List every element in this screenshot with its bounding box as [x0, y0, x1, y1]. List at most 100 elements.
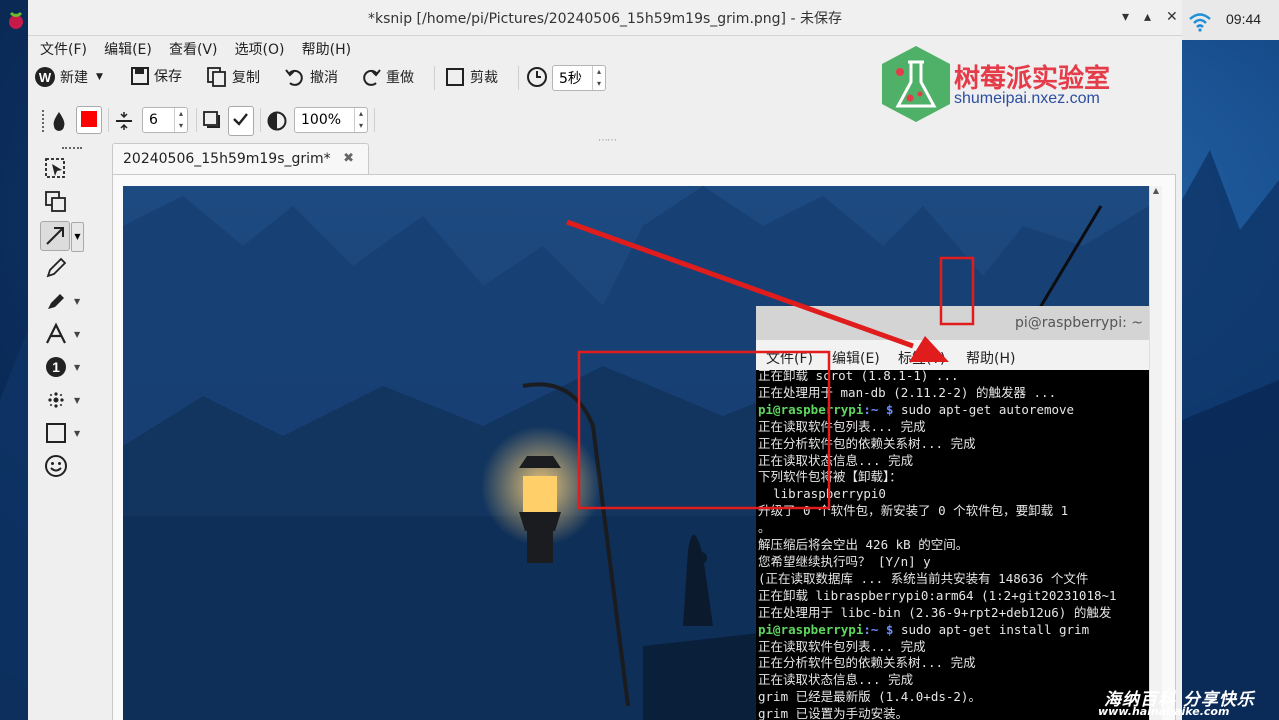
blur-tool[interactable]	[42, 386, 70, 414]
duplicate-tool[interactable]	[42, 188, 70, 216]
redo-label: 重做	[386, 70, 414, 86]
color-drop-icon	[53, 112, 65, 131]
tools-handle[interactable]	[62, 147, 82, 152]
blur-icon	[48, 392, 64, 408]
ksnip-window: *ksnip [/home/pi/Pictures/20240506_15h59…	[28, 0, 1182, 720]
annotation-layer	[566, 219, 975, 510]
menu-view[interactable]: 查看(V)	[169, 36, 218, 59]
spin-arrows[interactable]: ▴ ▾	[354, 108, 367, 132]
opacity-spinbox[interactable]: 100% ▴ ▾	[294, 107, 368, 133]
number-tool[interactable]: 1	[42, 353, 70, 381]
window-title: *ksnip [/home/pi/Pictures/20240506_15h59…	[368, 11, 842, 27]
arrow-tool-dropdown[interactable]: ▼	[71, 222, 84, 252]
arrow-tool[interactable]	[40, 221, 70, 251]
shumeipai-logo	[882, 46, 950, 122]
tab-close-icon[interactable]: ✖	[343, 151, 354, 166]
crop-icon	[446, 68, 464, 86]
save-icon	[131, 67, 149, 85]
menu-edit[interactable]: 编辑(E)	[104, 36, 152, 59]
marker-dropdown-icon[interactable]: ▼	[74, 297, 80, 306]
text-tool[interactable]	[42, 320, 70, 348]
marker-icon	[48, 294, 64, 309]
red-arrowhead	[909, 336, 949, 362]
crop-button[interactable]: 剪裁	[444, 66, 498, 88]
clock: 09:44	[1226, 11, 1262, 27]
screenshot-image[interactable]: pi@raspberrypi: ~ 文件(F) 编辑(E) 标签(T) 帮助(H…	[123, 186, 1149, 720]
text-dropdown-icon[interactable]: ▼	[74, 330, 80, 339]
delay-spinbox[interactable]: 5秒 ▴ ▾	[552, 65, 606, 91]
maximize-button[interactable]: ▴	[1144, 9, 1151, 25]
red-rectangle-large	[577, 350, 831, 510]
undo-icon	[285, 69, 303, 86]
undo-button[interactable]: 撤消	[284, 66, 338, 88]
svg-text:W: W	[39, 70, 52, 85]
number-icon: 1	[46, 357, 66, 377]
marker-tool[interactable]	[42, 287, 70, 315]
menu-help[interactable]: 帮助(H)	[302, 36, 351, 59]
width-icon	[116, 112, 132, 130]
arrow-icon	[46, 227, 64, 245]
menu-file[interactable]: 文件(F)	[40, 36, 87, 59]
redo-icon	[363, 69, 381, 86]
pen-icon	[46, 257, 67, 278]
text-icon	[46, 322, 66, 344]
vertical-scrollbar[interactable]: ▲	[1149, 186, 1162, 720]
menu-bar: 文件(F) 编辑(E) 查看(V) 选项(O) 帮助(H)	[28, 36, 351, 60]
watermark-url: www.hainabaike.com	[1098, 705, 1230, 718]
svg-text:1: 1	[52, 359, 60, 375]
number-dropdown-icon[interactable]: ▼	[74, 363, 80, 372]
rectangle-icon	[46, 423, 66, 443]
sticker-tool[interactable]	[42, 452, 70, 480]
width-value: 6	[149, 112, 158, 128]
redo-button[interactable]: 重做	[360, 66, 414, 88]
new-label: 新建	[60, 70, 88, 86]
menu-options[interactable]: 选项(O)	[235, 36, 285, 59]
scroll-up-icon[interactable]: ▲	[1150, 186, 1162, 198]
pen-tool[interactable]	[42, 254, 70, 282]
new-dropdown-icon[interactable]: ▼	[96, 72, 103, 82]
shadow-icon[interactable]	[202, 110, 222, 130]
smiley-icon	[45, 455, 67, 477]
blur-dropdown-icon[interactable]: ▼	[74, 396, 80, 405]
rectangle-tool[interactable]	[42, 419, 70, 447]
spin-arrows[interactable]: ▴ ▾	[592, 66, 605, 90]
new-icon: W	[35, 67, 55, 87]
crop-label: 剪裁	[470, 70, 498, 86]
shadow-checkbox[interactable]	[228, 106, 254, 136]
check-icon	[233, 113, 248, 126]
color-picker-button[interactable]	[76, 106, 102, 134]
tab-label: 20240506_15h59m19s_grim*	[123, 151, 331, 167]
save-label: 保存	[154, 69, 182, 85]
tab-image[interactable]: 20240506_15h59m19s_grim* ✖	[112, 143, 369, 175]
duplicate-icon	[45, 191, 66, 212]
save-button[interactable]: 保存	[130, 66, 182, 86]
copy-button[interactable]: 复制	[206, 66, 260, 88]
delay-value: 5秒	[559, 71, 582, 87]
red-rectangle-small	[939, 256, 975, 326]
raspberry-menu-icon[interactable]	[6, 8, 26, 32]
logo-url: shumeipai.nxez.com	[954, 90, 1100, 107]
separator	[518, 66, 519, 90]
drag-handle[interactable]: ⋯⋯	[598, 135, 617, 146]
separator	[108, 108, 109, 132]
copy-icon	[207, 67, 226, 87]
select-icon	[45, 158, 65, 178]
separator	[434, 66, 435, 90]
close-button[interactable]: ✕	[1166, 9, 1178, 25]
rectangle-dropdown-icon[interactable]: ▼	[74, 429, 80, 438]
red-arrow	[566, 219, 914, 349]
undo-label: 撤消	[310, 70, 338, 86]
select-tool[interactable]	[42, 155, 70, 183]
toolbar-handle[interactable]	[42, 110, 48, 132]
separator	[196, 108, 197, 132]
width-spinbox[interactable]: 6 ▴ ▾	[142, 107, 188, 133]
timer-icon	[527, 67, 547, 87]
title-bar[interactable]: *ksnip [/home/pi/Pictures/20240506_15h59…	[28, 0, 1182, 36]
new-button[interactable]: W 新建 ▼	[34, 66, 103, 88]
opacity-icon	[267, 111, 287, 131]
minimize-button[interactable]: ▾	[1122, 9, 1129, 25]
separator	[260, 108, 261, 132]
spin-arrows[interactable]: ▴ ▾	[174, 108, 187, 132]
opacity-value: 100%	[301, 112, 342, 128]
wifi-icon[interactable]	[1188, 10, 1212, 32]
